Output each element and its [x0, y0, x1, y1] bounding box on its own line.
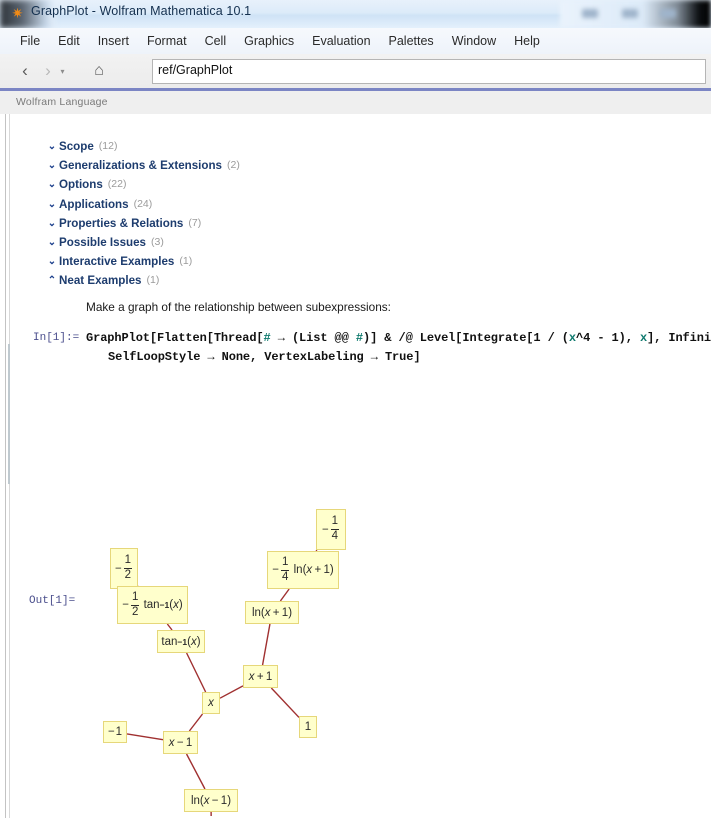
- navigation-toolbar: ‹ › ▾ ⌂ ref/GraphPlot: [0, 54, 711, 89]
- forward-icon[interactable]: ›: [38, 61, 58, 81]
- chevron-down-icon[interactable]: ▾: [58, 67, 67, 76]
- chevron-down-icon: ⌄: [47, 217, 57, 229]
- code-part-3: )] & /@ Level[Integrate[1 / (: [362, 331, 569, 345]
- mathematica-spikey-icon: ✷: [11, 5, 24, 21]
- section-count: (22): [107, 178, 127, 191]
- graph-edge-layer: [126, 549, 318, 816]
- section-generalizations-extensions[interactable]: ⌄ Generalizations & Extensions (2): [45, 156, 240, 175]
- code-part-2: → (List @@: [270, 331, 356, 345]
- code-var-x-2: x: [639, 331, 648, 345]
- graph-edge: [126, 733, 164, 741]
- section-label: Possible Issues: [59, 235, 146, 249]
- section-label: Interactive Examples: [59, 255, 175, 269]
- graph-node-one[interactable]: 1: [299, 716, 317, 738]
- section-count: (3): [151, 235, 164, 248]
- graph-edge: [185, 652, 207, 693]
- graph-edge: [185, 753, 206, 790]
- graph-node-x-minus-1[interactable]: x − 1: [163, 731, 198, 754]
- section-label: Generalizations & Extensions: [59, 159, 223, 173]
- section-list: ⌄ Scope (12) ⌄ Generalizations & Extensions…: [45, 137, 240, 291]
- mathematica-window: ✷ GraphPlot - Wolfram Mathematica 10.1 F…: [0, 0, 711, 818]
- section-count: (7): [188, 216, 202, 229]
- language-label: Wolfram Language: [16, 96, 108, 108]
- maximize-button[interactable]: [622, 9, 638, 18]
- section-applications[interactable]: ⌄ Applications (24): [45, 195, 240, 214]
- section-properties-relations[interactable]: ⌄ Properties & Relations (7): [45, 214, 240, 233]
- close-button[interactable]: [660, 9, 676, 18]
- chevron-down-icon: ⌄: [47, 256, 57, 268]
- section-scope[interactable]: ⌄ Scope (12): [45, 137, 240, 156]
- menu-item-help[interactable]: Help: [505, 31, 549, 51]
- back-icon[interactable]: ‹: [15, 61, 35, 81]
- url-input[interactable]: ref/GraphPlot: [152, 59, 706, 84]
- text-cell: Make a graph of the relationship between…: [86, 300, 391, 314]
- graph-node-x-plus-1[interactable]: x + 1: [243, 665, 278, 688]
- menu-item-graphics[interactable]: Graphics: [235, 31, 303, 51]
- title-bar: ✷ GraphPlot - Wolfram Mathematica 10.1: [0, 0, 711, 29]
- menu-item-insert[interactable]: Insert: [89, 31, 138, 51]
- section-label: Scope: [59, 140, 94, 153]
- chevron-up-icon: ⌃: [47, 275, 57, 287]
- code-part-4: ^4 - 1),: [576, 331, 640, 345]
- graph-node-neg-half-arctan-x[interactable]: −1 2 tan −1(x): [117, 586, 188, 624]
- section-count: (24): [133, 197, 153, 210]
- graph-edge: [261, 623, 271, 666]
- input-label: In[1]:=: [33, 332, 80, 344]
- code-part-5: ], Infinity]],: [647, 331, 711, 345]
- graph-node-log-x-minus-1[interactable]: ln(x − 1): [184, 789, 238, 812]
- chevron-down-icon: ⌄: [47, 141, 57, 152]
- menu-item-edit[interactable]: Edit: [49, 31, 89, 51]
- graph-edge: [279, 588, 290, 602]
- section-label: Applications: [59, 197, 129, 211]
- code-hash-2: #: [355, 331, 363, 345]
- graph-node-x[interactable]: x: [202, 692, 220, 714]
- chevron-down-icon: ⌄: [47, 198, 57, 210]
- section-label: Options: [59, 178, 103, 192]
- graph-node-neg-one-fourth-top[interactable]: −1 4: [316, 509, 346, 550]
- section-count: (1): [179, 255, 193, 268]
- graph-node-neg-quarter-log-x-plus-1[interactable]: −1 4 ln(x + 1): [267, 551, 339, 589]
- section-neat-examples[interactable]: ⌃ Neat Examples (1): [45, 271, 240, 290]
- menu-item-format[interactable]: Format: [138, 31, 196, 51]
- graph-plot-output[interactable]: −1 4 −1 2 −1 4 ln(x + 1) −1 2 tan −1(x) ln(x …: [0, 376, 711, 816]
- menu-bar: File Edit Insert Format Cell Graphics Ev…: [0, 28, 711, 55]
- graph-node-arctan-x[interactable]: tan −1(x): [157, 630, 205, 653]
- code-hash-1: #: [263, 331, 271, 345]
- window-title: GraphPlot - Wolfram Mathematica 10.1: [31, 4, 252, 18]
- graph-edge: [188, 713, 204, 732]
- section-count: (2): [227, 159, 240, 172]
- graph-node-neg-one-half[interactable]: −1 2: [110, 548, 138, 589]
- graph-edge: [270, 687, 300, 718]
- chevron-down-icon: ⌄: [47, 160, 57, 172]
- notebook-page: ⌄ Scope (12) ⌄ Generalizations & Extensions…: [0, 114, 711, 818]
- section-options[interactable]: ⌄ Options (22): [45, 175, 240, 194]
- section-count: (12): [98, 140, 118, 152]
- section-label: Neat Examples: [59, 274, 142, 288]
- menu-item-evaluation[interactable]: Evaluation: [303, 31, 379, 51]
- graph-node-neg-one[interactable]: −1: [103, 721, 127, 743]
- code-var-x-1: x: [568, 331, 577, 345]
- section-possible-issues[interactable]: ⌄ Possible Issues (3): [45, 233, 240, 252]
- menu-item-file[interactable]: File: [11, 31, 49, 51]
- code-part-1: GraphPlot[Flatten[Thread[: [86, 331, 264, 345]
- chevron-down-icon: ⌄: [47, 179, 57, 191]
- graph-node-log-x-plus-1[interactable]: ln(x + 1): [245, 601, 299, 624]
- home-icon[interactable]: ⌂: [88, 61, 110, 81]
- section-interactive-examples[interactable]: ⌄ Interactive Examples (1): [45, 252, 240, 271]
- graph-edge: [219, 685, 244, 699]
- menu-item-window[interactable]: Window: [443, 31, 505, 51]
- url-input-value: ref/GraphPlot: [158, 63, 233, 77]
- code-line-2: SelfLoopStyle → None, VertexLabeling → T…: [108, 350, 421, 364]
- menu-item-cell[interactable]: Cell: [196, 31, 236, 51]
- chevron-down-icon: ⌄: [47, 236, 57, 248]
- input-code-cell[interactable]: GraphPlot[Flatten[Thread[# → (List @@ #)…: [86, 329, 711, 367]
- section-count: (1): [146, 274, 160, 287]
- menu-item-palettes[interactable]: Palettes: [380, 31, 443, 51]
- minimize-button[interactable]: [582, 9, 598, 18]
- section-label: Properties & Relations: [59, 216, 184, 230]
